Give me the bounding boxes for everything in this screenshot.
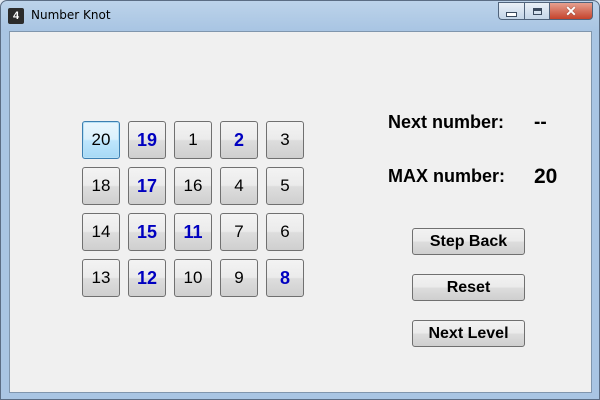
window-title: Number Knot	[31, 8, 111, 22]
grid-cell-button[interactable]: 8	[266, 259, 304, 297]
max-number-label: MAX number:	[388, 166, 505, 186]
grid-cell-button[interactable]: 1	[174, 121, 212, 159]
grid-cell-button[interactable]: 2	[220, 121, 258, 159]
title-bar[interactable]: 4 Number Knot ✕	[1, 1, 599, 31]
grid-cell-button[interactable]: 3	[266, 121, 304, 159]
reset-button[interactable]: Reset	[412, 274, 525, 301]
close-icon: ✕	[565, 3, 577, 19]
client-area: 20 19 1 2 3 18 17 16 4 5 14 15 11 7 6 13 12 10 9 8 Next num…	[9, 31, 592, 393]
caption-buttons: ✕	[498, 2, 593, 21]
next-number-value: --	[534, 112, 547, 133]
minimize-icon	[506, 11, 517, 17]
minimize-button[interactable]	[498, 2, 524, 20]
step-back-button[interactable]: Step Back	[412, 228, 525, 255]
maximize-button[interactable]	[524, 2, 549, 20]
grid-cell-button[interactable]: 15	[128, 213, 166, 251]
grid-cell-button[interactable]: 18	[82, 167, 120, 205]
grid-cell-button[interactable]: 19	[128, 121, 166, 159]
grid-cell-button[interactable]: 20	[82, 121, 120, 159]
next-number-label: Next number:	[388, 112, 505, 132]
grid-cell-button[interactable]: 14	[82, 213, 120, 251]
grid-cell-button[interactable]: 7	[220, 213, 258, 251]
grid-cell-button[interactable]: 6	[266, 213, 304, 251]
app-window: 4 Number Knot ✕ 20 19 1 2 3 18 17 16 4 5 14 15 11 7 6 1…	[0, 0, 600, 400]
app-icon: 4	[8, 8, 24, 24]
grid-cell-button[interactable]: 12	[128, 259, 166, 297]
max-number-value: 20	[534, 165, 558, 188]
close-button[interactable]: ✕	[549, 2, 593, 20]
grid-cell-button[interactable]: 17	[128, 167, 166, 205]
grid-cell-button[interactable]: 13	[82, 259, 120, 297]
maximize-icon	[532, 7, 542, 15]
grid-cell-button[interactable]: 4	[220, 167, 258, 205]
grid-cell-button[interactable]: 9	[220, 259, 258, 297]
grid-cell-button[interactable]: 16	[174, 167, 212, 205]
grid-cell-button[interactable]: 10	[174, 259, 212, 297]
grid-cell-button[interactable]: 5	[266, 167, 304, 205]
grid-cell-button[interactable]: 11	[174, 213, 212, 251]
next-level-button[interactable]: Next Level	[412, 320, 525, 347]
